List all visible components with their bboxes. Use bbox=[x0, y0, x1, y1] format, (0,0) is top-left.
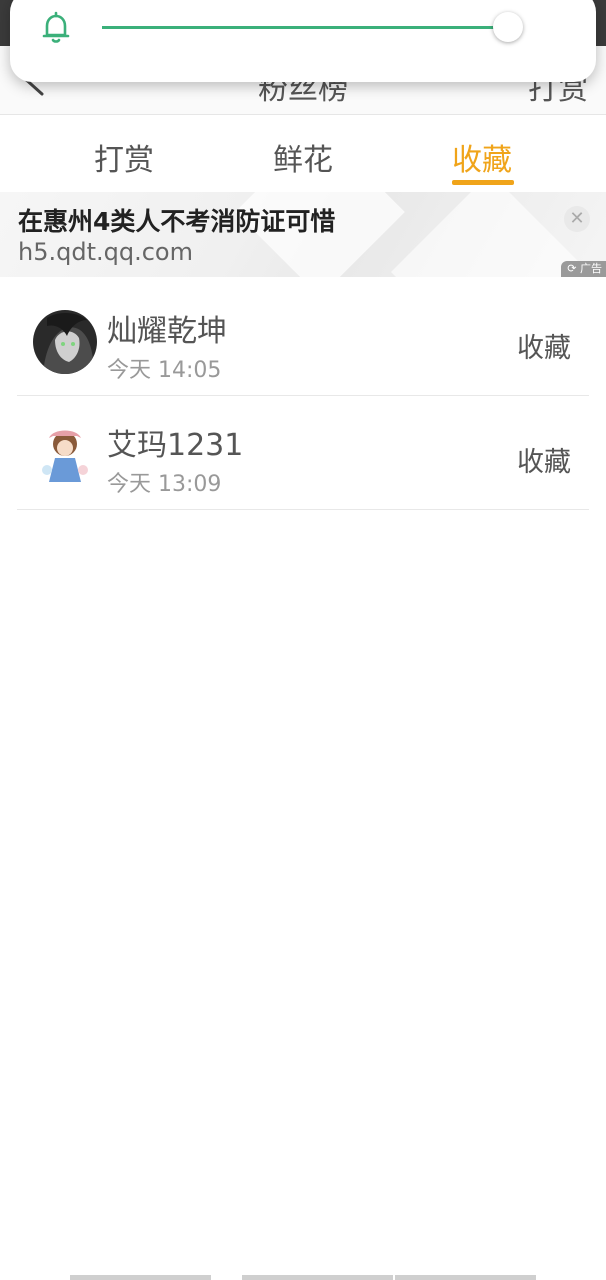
tab-flowers[interactable]: 鲜花 bbox=[273, 135, 333, 179]
avatar[interactable] bbox=[33, 310, 97, 374]
timestamp: 今天 14:05 bbox=[107, 358, 222, 383]
action-label: 收藏 bbox=[517, 333, 571, 364]
ad-url: h5.qdt.qq.com bbox=[18, 238, 193, 266]
tab-favorites[interactable]: 收藏 bbox=[452, 135, 512, 179]
page: 粉丝榜 打赏 打赏 鲜花 收藏 在惠州4类人不考消防证可惜 h5.qdt.qq.… bbox=[0, 0, 606, 1280]
bottom-nav-indicator bbox=[70, 1275, 536, 1280]
avatar[interactable] bbox=[33, 424, 97, 488]
indicator-segment bbox=[395, 1275, 536, 1280]
action-label: 收藏 bbox=[517, 447, 571, 478]
tab-indicator bbox=[452, 180, 514, 185]
ad-decoration bbox=[391, 192, 589, 277]
volume-overlay bbox=[10, 0, 596, 82]
user-name: 艾玛1231 bbox=[107, 428, 244, 463]
user-name: 灿耀乾坤 bbox=[107, 314, 227, 349]
ad-banner[interactable]: 在惠州4类人不考消防证可惜 h5.qdt.qq.com ✕ ⟳ 广告 bbox=[0, 192, 606, 277]
list-item[interactable]: 灿耀乾坤 今天 14:05 收藏 bbox=[17, 282, 589, 396]
tab-reward[interactable]: 打赏 bbox=[94, 135, 154, 179]
refresh-icon: ⟳ bbox=[567, 262, 577, 275]
avatar-image bbox=[33, 424, 97, 488]
volume-slider[interactable] bbox=[102, 12, 523, 42]
indicator-segment bbox=[242, 1275, 393, 1280]
bell-icon[interactable] bbox=[38, 10, 74, 46]
close-icon[interactable]: ✕ bbox=[564, 206, 590, 232]
ad-title: 在惠州4类人不考消防证可惜 bbox=[18, 207, 336, 236]
list-item[interactable]: 艾玛1231 今天 13:09 收藏 bbox=[17, 396, 589, 510]
volume-slider-thumb[interactable] bbox=[493, 12, 523, 42]
indicator-segment bbox=[70, 1275, 211, 1280]
volume-slider-fill bbox=[102, 26, 508, 29]
timestamp: 今天 13:09 bbox=[107, 472, 222, 497]
ad-badge-label: 广告 bbox=[580, 262, 602, 275]
avatar-image bbox=[33, 310, 97, 374]
ad-badge: ⟳ 广告 bbox=[561, 261, 606, 277]
tab-bar: 打赏 鲜花 收藏 bbox=[0, 115, 606, 193]
